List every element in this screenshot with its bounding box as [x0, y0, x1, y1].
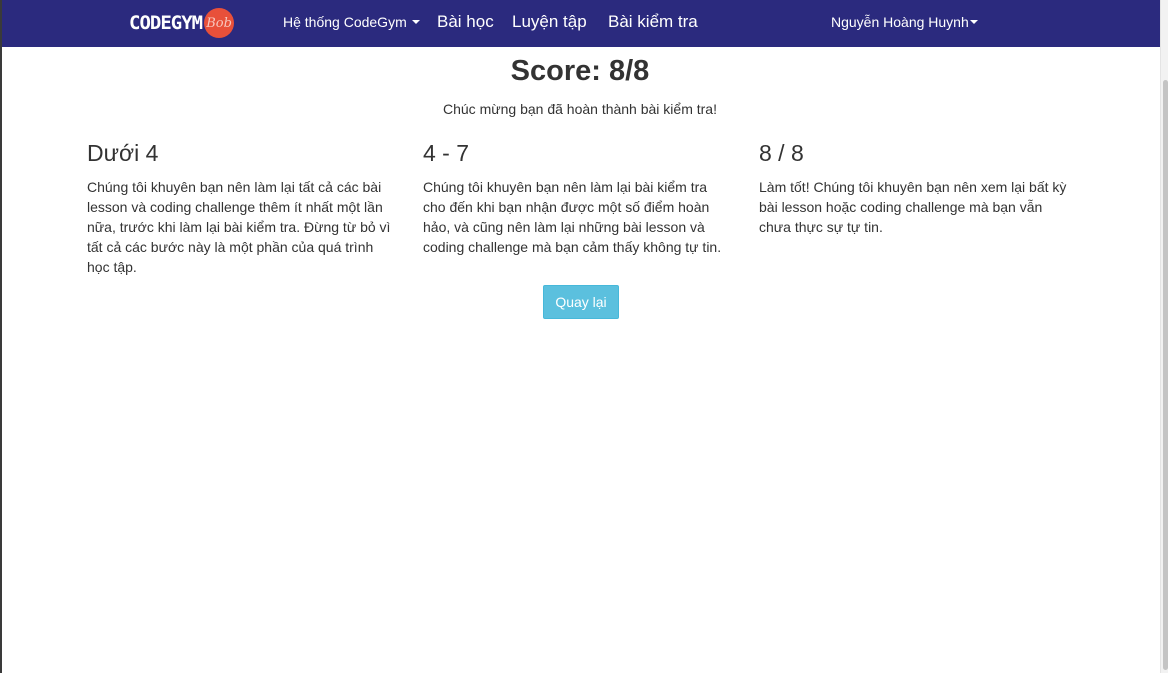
caret-down-icon	[411, 20, 420, 25]
nav-he-thong-codegym[interactable]: Hệ thống CodeGym	[283, 0, 420, 46]
tier-title: 4 - 7	[423, 140, 470, 166]
tier-4-to-7: 4 - 7 Chúng tôi khuyên bạn nên làm lại b…	[423, 139, 733, 257]
tier-advice: Làm tốt! Chúng tôi khuyên bạn nên xem lạ…	[759, 179, 1067, 235]
congrats-message: Chúc mừng bạn đã hoàn thành bài kiểm tra…	[443, 101, 717, 117]
tier-title: Dưới 4	[87, 140, 159, 166]
logo-badge: Bob	[204, 8, 235, 38]
logo-badge-text: Bob	[206, 15, 232, 31]
logo-text: CODEGYM	[129, 12, 203, 34]
top-navbar: CODEGYM Bob Hệ thống CodeGym Bài học Luy…	[2, 0, 1160, 47]
tier-under-4: Dưới 4 Chúng tôi khuyên bạn nên làm lại …	[87, 139, 397, 277]
score-heading: Score: 8/8	[510, 55, 650, 87]
nav-luyen-tap[interactable]: Luyện tập	[512, 0, 587, 46]
tier-advice: Chúng tôi khuyên bạn nên làm lại tất cả …	[87, 179, 391, 275]
back-button[interactable]: Quay lại	[543, 285, 619, 319]
tier-title: 8 / 8	[759, 140, 804, 166]
page: CODEGYM Bob Hệ thống CodeGym Bài học Luy…	[0, 0, 1168, 673]
tier-advice: Chúng tôi khuyên bạn nên làm lại bài kiể…	[423, 179, 722, 255]
nav-bai-kiem-tra[interactable]: Bài kiểm tra	[608, 0, 698, 46]
vertical-scrollbar[interactable]	[1160, 0, 1168, 673]
nav-bai-hoc-label: Bài học	[437, 12, 494, 31]
nav-he-thong-codegym-label: Hệ thống CodeGym	[283, 14, 407, 30]
user-menu[interactable]: Nguyễn Hoàng Huynh	[831, 0, 978, 46]
tier-perfect: 8 / 8 Làm tốt! Chúng tôi khuyên bạn nên …	[759, 139, 1069, 237]
user-name: Nguyễn Hoàng Huynh	[831, 14, 969, 30]
nav-bai-hoc[interactable]: Bài học	[437, 0, 494, 46]
nav-luyen-tap-label: Luyện tập	[512, 12, 587, 31]
codegym-logo[interactable]: CODEGYM Bob	[129, 8, 235, 38]
caret-down-icon	[969, 20, 978, 25]
scrollbar-thumb[interactable]	[1163, 80, 1168, 670]
nav-bai-kiem-tra-label: Bài kiểm tra	[608, 12, 698, 31]
